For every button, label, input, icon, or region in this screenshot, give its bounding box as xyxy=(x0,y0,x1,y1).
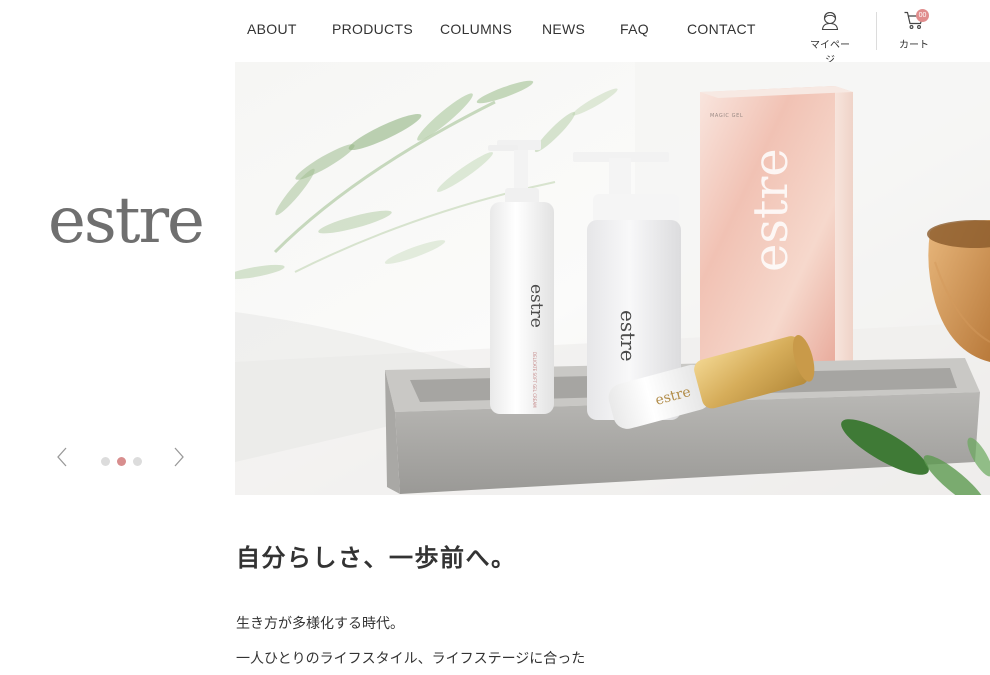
nav-news[interactable]: NEWS xyxy=(542,21,585,37)
slider-pagination xyxy=(101,453,149,471)
nav-faq[interactable]: FAQ xyxy=(620,21,649,37)
chevron-left-icon xyxy=(57,447,67,467)
svg-text:estre: estre xyxy=(743,148,799,272)
page-headline: 自分らしさ、一歩前へ。 xyxy=(236,543,517,572)
nav-products[interactable]: PRODUCTS xyxy=(332,21,413,37)
mypage-button[interactable]: マイページ xyxy=(806,10,854,66)
slider-dot-3[interactable] xyxy=(133,457,142,466)
slider-dot-1[interactable] xyxy=(101,457,110,466)
svg-text:DELICATE SOFT GEL CREAM: DELICATE SOFT GEL CREAM xyxy=(532,352,537,408)
header-divider xyxy=(876,12,877,50)
user-icon xyxy=(821,11,839,31)
top-navigation: ABOUT PRODUCTS COLUMNS NEWS FAQ CONTACT … xyxy=(0,0,990,66)
brand-logo[interactable]: estre R xyxy=(48,184,263,258)
svg-text:estre: estre xyxy=(48,188,203,250)
slider-next-button[interactable] xyxy=(168,446,188,468)
cart-count-badge: 00 xyxy=(916,9,929,22)
svg-text:estre: estre xyxy=(616,310,640,362)
hero-slide-image: MAGIC GEL estre estre DELICATE SOFT GEL … xyxy=(235,62,990,495)
nav-about[interactable]: ABOUT xyxy=(247,21,297,37)
logo-wordmark: estre R xyxy=(48,184,261,258)
svg-text:MAGIC GEL: MAGIC GEL xyxy=(710,113,743,119)
cart-button[interactable]: 00 カート xyxy=(896,9,932,51)
cart-label: カート xyxy=(899,40,929,51)
intro-paragraph-1: 生き方が多様化する時代。 xyxy=(236,615,404,631)
nav-contact[interactable]: CONTACT xyxy=(687,21,756,37)
chevron-right-icon xyxy=(174,447,184,467)
svg-text:estre: estre xyxy=(526,284,546,328)
slider-dot-2[interactable] xyxy=(117,457,126,466)
slider-prev-button[interactable] xyxy=(53,446,73,468)
nav-columns[interactable]: COLUMNS xyxy=(440,21,512,37)
intro-paragraph-2: 一人ひとりのライフスタイル、ライフステージに合った xyxy=(236,650,586,666)
